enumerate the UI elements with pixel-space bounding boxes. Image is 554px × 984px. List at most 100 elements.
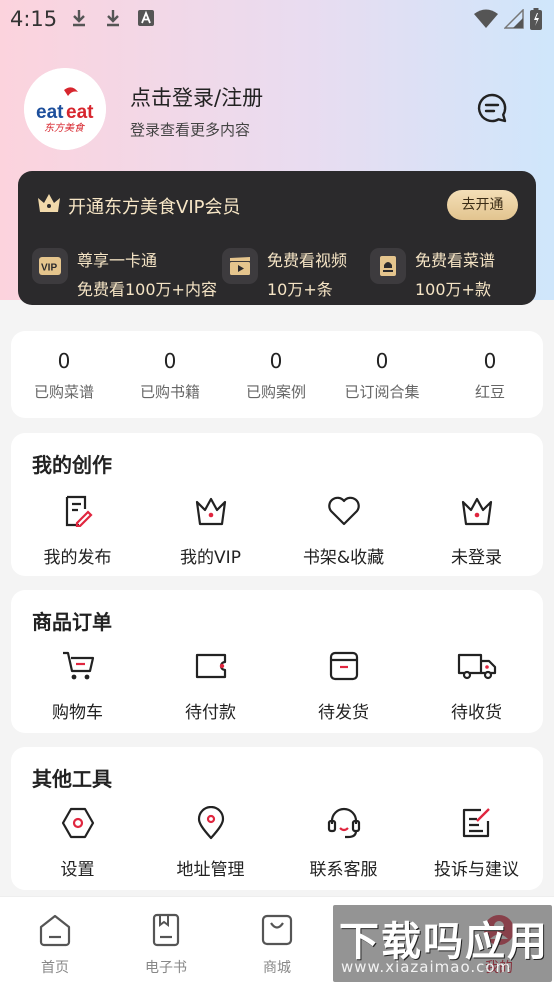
- stat-label: 已订阅合集: [344, 383, 420, 401]
- crown-icon: [36, 192, 62, 218]
- menu-shopping-cart[interactable]: 购物车: [11, 648, 144, 723]
- crown-icon: [410, 493, 543, 529]
- vip-badge-icon: VIP: [32, 248, 68, 284]
- stat-purchased-cases[interactable]: 0 已购案例: [223, 349, 329, 402]
- signal-icon: [503, 8, 524, 33]
- svg-text:eat: eat: [66, 102, 94, 123]
- status-time: 4:15: [10, 7, 58, 31]
- vip-card[interactable]: 开通东方美食VIP会员 去开通 VIP 尊享一卡通 免费看100万+内容 免费看…: [18, 171, 536, 305]
- stat-value: 0: [375, 349, 389, 373]
- vip-title: 开通东方美食VIP会员: [68, 197, 241, 218]
- nav-label: 电子书: [145, 960, 187, 976]
- cart-icon: [11, 648, 144, 684]
- nav-mall[interactable]: 商城: [222, 913, 332, 977]
- vip-feature-card: VIP 尊享一卡通 免费看100万+内容: [32, 246, 217, 304]
- download-icon: [104, 8, 122, 32]
- ebook-icon: [152, 913, 180, 947]
- nav-ebook[interactable]: 电子书: [111, 913, 221, 977]
- stat-purchased-books[interactable]: 0 已购书籍: [117, 349, 223, 402]
- menu-pending-shipment[interactable]: 待发货: [277, 648, 410, 723]
- menu-pending-receipt[interactable]: 待收货: [410, 648, 543, 723]
- nav-label: 商城: [263, 960, 291, 976]
- download-icon: [70, 8, 88, 32]
- menu-label: 购物车: [52, 703, 103, 723]
- vip-feature-desc: 100万+款: [415, 280, 491, 299]
- login-subtitle: 登录查看更多内容: [130, 121, 251, 139]
- video-clapper-icon: [222, 248, 258, 284]
- menu-feedback[interactable]: 投诉与建议: [410, 805, 543, 880]
- notification-a-icon: [138, 10, 154, 30]
- stats-card: 0 已购菜谱 0 已购书籍 0 已购案例 0 已订阅合集 0 红豆: [11, 331, 543, 418]
- truck-icon: [410, 648, 543, 684]
- tools-card: 其他工具 设置 地址管理 联系客服 投诉与建议: [11, 747, 543, 890]
- section-title: 我的创作: [32, 453, 112, 477]
- stat-label: 红豆: [474, 383, 505, 401]
- menu-address[interactable]: 地址管理: [144, 805, 277, 880]
- vip-feature-title: 免费看菜谱: [415, 251, 496, 270]
- menu-not-logged-in[interactable]: 未登录: [410, 493, 543, 568]
- stat-value: 0: [483, 349, 497, 373]
- vip-feature-title: 免费看视频: [267, 251, 348, 270]
- avatar[interactable]: eat eat 东方美食: [24, 68, 106, 150]
- headset-icon: [277, 805, 410, 841]
- stat-value: 0: [163, 349, 177, 373]
- svg-text:东方美食: 东方美食: [44, 122, 86, 134]
- wallet-icon: [144, 648, 277, 684]
- menu-label: 我的发布: [43, 548, 112, 568]
- recipe-book-icon: [370, 248, 406, 284]
- status-bar: 4:15: [0, 0, 554, 38]
- menu-label: 联系客服: [309, 860, 378, 880]
- section-title: 商品订单: [32, 610, 112, 634]
- stat-red-beans[interactable]: 0 红豆: [437, 349, 543, 402]
- vip-open-button[interactable]: 去开通: [447, 190, 518, 220]
- stat-value: 0: [269, 349, 283, 373]
- vip-feature-desc: 10万+条: [267, 280, 333, 299]
- watermark: 下载吗应用 www.xiazaimao.com: [333, 905, 552, 982]
- watermark-url: www.xiazaimao.com: [341, 958, 512, 976]
- vip-feature-desc: 免费看100万+内容: [77, 280, 217, 299]
- menu-label: 书架&收藏: [302, 548, 385, 568]
- stat-label: 已购菜谱: [33, 383, 94, 401]
- vip-feature-card: 免费看菜谱 100万+款: [370, 246, 495, 304]
- stat-label: 已购案例: [245, 383, 306, 401]
- menu-label: 待收货: [451, 703, 502, 723]
- package-icon: [277, 648, 410, 684]
- creation-card: 我的创作 我的发布 我的VIP 书架&收藏 未登录: [11, 433, 543, 576]
- nav-home[interactable]: 首页: [0, 913, 110, 977]
- stat-value: 0: [57, 349, 71, 373]
- edit-document-icon: [11, 493, 144, 529]
- nav-label: 首页: [41, 960, 69, 976]
- feedback-icon: [410, 805, 543, 841]
- menu-my-posts[interactable]: 我的发布: [11, 493, 144, 568]
- vip-feature-card: 免费看视频 10万+条: [222, 246, 347, 304]
- menu-customer-service[interactable]: 联系客服: [277, 805, 410, 880]
- stat-purchased-recipes[interactable]: 0 已购菜谱: [11, 349, 117, 402]
- location-pin-icon: [144, 805, 277, 841]
- battery-icon: [530, 8, 542, 34]
- orders-card: 商品订单 购物车 待付款 待发货 待收货: [11, 590, 543, 733]
- message-icon[interactable]: [476, 92, 508, 124]
- svg-text:VIP: VIP: [41, 263, 57, 274]
- menu-pending-payment[interactable]: 待付款: [144, 648, 277, 723]
- menu-label: 我的VIP: [180, 548, 241, 568]
- menu-label: 设置: [60, 860, 95, 880]
- menu-my-vip[interactable]: 我的VIP: [144, 493, 277, 568]
- menu-label: 投诉与建议: [434, 860, 519, 880]
- stat-subscribed-collections[interactable]: 0 已订阅合集: [329, 349, 435, 402]
- menu-label: 待发货: [318, 703, 369, 723]
- vip-feature-title: 尊享一卡通: [77, 251, 158, 270]
- settings-icon: [11, 805, 144, 841]
- svg-text:eat: eat: [36, 102, 64, 123]
- menu-bookshelf-favorites[interactable]: 书架&收藏: [277, 493, 410, 568]
- menu-label: 未登录: [451, 548, 502, 568]
- menu-label: 待付款: [185, 703, 236, 723]
- shopping-bag-icon: [261, 914, 293, 946]
- crown-icon: [144, 493, 277, 529]
- menu-label: 地址管理: [176, 860, 245, 880]
- menu-settings[interactable]: 设置: [11, 805, 144, 880]
- eateat-logo: eat eat 东方美食: [24, 68, 106, 150]
- heart-icon: [277, 493, 410, 529]
- stat-label: 已购书籍: [139, 383, 200, 401]
- home-icon: [39, 914, 71, 947]
- login-title[interactable]: 点击登录/注册: [130, 82, 263, 112]
